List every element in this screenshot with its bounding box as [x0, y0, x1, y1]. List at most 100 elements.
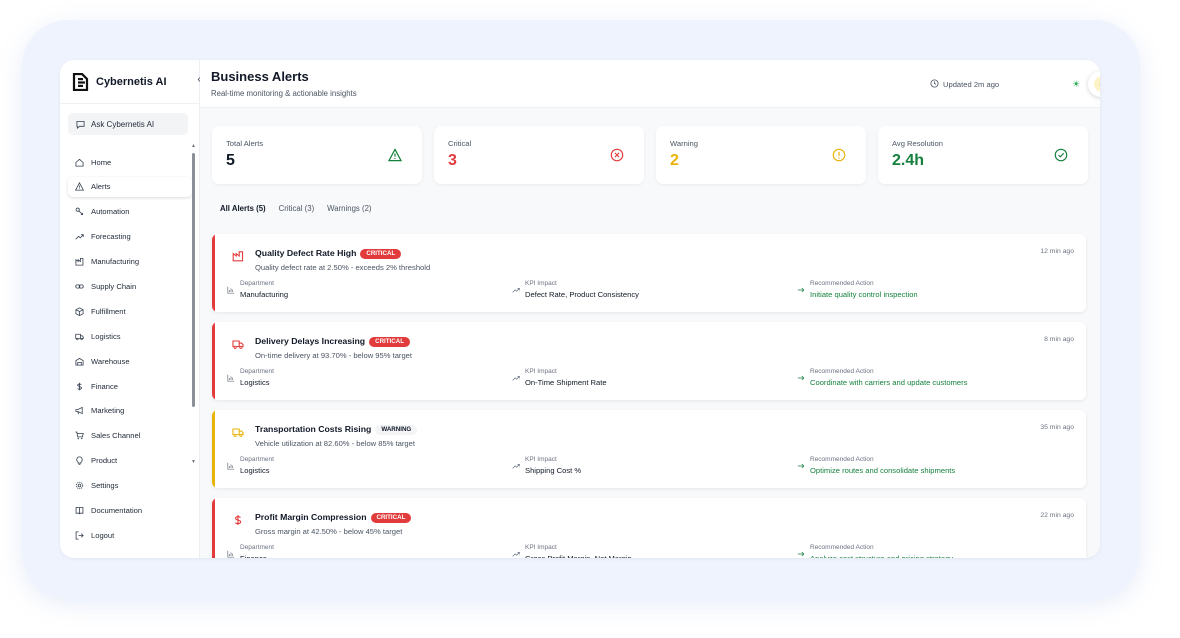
- alert-title: Profit Margin Compression CRITICAL: [255, 512, 412, 523]
- recommended-action-link[interactable]: Analyze cost structure and pricing strat…: [810, 554, 953, 558]
- trending-up-icon: [512, 369, 520, 381]
- sidebar-item-label: Warehouse: [91, 356, 130, 366]
- recommended-action-link[interactable]: Initiate quality control inspection: [810, 290, 918, 299]
- sidebar-item-logistics[interactable]: Logistics: [68, 326, 192, 346]
- alert-card[interactable]: Delivery Delays Increasing CRITICAL On-ti…: [212, 322, 1086, 400]
- kpi-label: Warning: [670, 139, 698, 148]
- kpi-impact-value: Gross Profit Margin, Net Margin: [525, 554, 632, 558]
- gear-icon: [75, 481, 84, 490]
- dollar-icon: [232, 513, 244, 526]
- alert-card[interactable]: Transportation Costs Rising WARNING Vehic…: [212, 410, 1086, 488]
- meta-label: Recommended Action: [810, 368, 874, 375]
- app-window: Cybernetis AI ‹ Ask Cybernetis AI Home A…: [60, 60, 1100, 558]
- meta-label: KPI Impact: [525, 280, 557, 287]
- sidebar-item-marketing[interactable]: Marketing: [68, 401, 192, 421]
- sidebar-item-product[interactable]: Product: [68, 451, 192, 471]
- bar-chart-icon: [227, 281, 235, 294]
- sidebar-item-label: Home: [91, 157, 112, 167]
- sidebar-nav: Home Alerts Automation Forecasting Manuf…: [68, 152, 192, 550]
- meta-label: KPI Impact: [525, 456, 557, 463]
- home-icon: [75, 158, 84, 167]
- alert-card[interactable]: Profit Margin Compression CRITICAL Gross …: [212, 498, 1086, 558]
- sidebar-item-fulfillment[interactable]: Fulfillment: [68, 301, 192, 321]
- meta-label: Department: [240, 456, 274, 463]
- recommended-action-link[interactable]: Optimize routes and consolidate shipment…: [810, 466, 955, 475]
- tab-critical[interactable]: Critical (3): [279, 204, 315, 213]
- sidebar-item-sales-channel[interactable]: Sales Channel: [68, 426, 192, 446]
- trending-up-icon: [512, 457, 520, 469]
- alert-title: Delivery Delays Increasing CRITICAL: [255, 336, 410, 347]
- sidebar-item-forecasting[interactable]: Forecasting: [68, 227, 192, 247]
- sidebar-item-label: Sales Channel: [91, 431, 141, 441]
- department-value: Logistics: [240, 378, 270, 387]
- cart-icon: [75, 431, 84, 440]
- toggle-sun-icon: ☀: [1094, 76, 1100, 92]
- bar-chart-icon: [227, 369, 235, 382]
- sidebar-item-supply-chain[interactable]: Supply Chain: [68, 276, 192, 296]
- sidebar-item-automation[interactable]: Automation: [68, 202, 192, 222]
- truck-icon: [232, 425, 244, 437]
- theme-toggle[interactable]: ☀: [1088, 71, 1100, 97]
- bar-chart-icon: [227, 545, 235, 558]
- sidebar-scrollbar-thumb[interactable]: [192, 153, 195, 407]
- alert-title-text: Delivery Delays Increasing: [255, 336, 366, 346]
- sidebar-item-documentation[interactable]: Documentation: [68, 500, 192, 520]
- tab-all[interactable]: All Alerts (5): [220, 204, 266, 213]
- arrow-right-icon: [797, 457, 805, 469]
- alert-card[interactable]: Quality Defect Rate High CRITICAL Quality…: [212, 234, 1086, 312]
- alert-time: 12 min ago: [1040, 248, 1074, 255]
- sidebar-item-alerts[interactable]: Alerts: [68, 176, 192, 197]
- alert-description: Quality defect rate at 2.50% - exceeds 2…: [255, 263, 431, 272]
- page-header: Business Alerts Real-time monitoring & a…: [200, 60, 1100, 108]
- severity-badge: CRITICAL: [360, 248, 402, 259]
- sidebar-item-settings[interactable]: Settings: [68, 476, 192, 496]
- sidebar-item-home[interactable]: Home: [68, 152, 192, 172]
- sidebar-divider: [60, 103, 200, 104]
- page-title: Business Alerts: [211, 69, 309, 84]
- alert-triangle-icon: [75, 182, 84, 191]
- main-content: Business Alerts Real-time monitoring & a…: [200, 60, 1100, 558]
- arrow-right-icon: [797, 369, 805, 381]
- kpi-value: 2.4h: [892, 152, 925, 169]
- sidebar-item-finance[interactable]: Finance: [68, 376, 192, 396]
- sidebar-item-label: Automation: [91, 207, 130, 217]
- sidebar-item-label: Alerts: [91, 182, 111, 192]
- recommended-action-link[interactable]: Coordinate with carriers and update cust…: [810, 378, 967, 387]
- logout-icon: [75, 531, 84, 540]
- severity-badge: WARNING: [375, 424, 418, 435]
- chat-icon: [76, 120, 85, 129]
- sidebar-item-label: Logistics: [91, 331, 121, 341]
- severity-bar: [212, 410, 215, 488]
- alert-time: 35 min ago: [1040, 424, 1074, 431]
- sidebar-item-logout[interactable]: Logout: [68, 525, 192, 545]
- alert-time: 22 min ago: [1040, 512, 1074, 519]
- scroll-up-arrow-icon[interactable]: ▲: [191, 143, 196, 149]
- automation-icon: [75, 207, 84, 216]
- meta-label: KPI Impact: [525, 544, 557, 551]
- book-icon: [75, 506, 84, 515]
- bar-chart-icon: [227, 457, 235, 470]
- lightbulb-icon: [75, 456, 84, 465]
- kpi-card-total-alerts: Total Alerts 5: [212, 126, 422, 184]
- sidebar-item-label: Fulfillment: [91, 306, 126, 316]
- meta-label: Recommended Action: [810, 280, 874, 287]
- alert-description: Gross margin at 42.50% - below 45% targe…: [255, 527, 403, 536]
- alert-time: 8 min ago: [1044, 336, 1074, 343]
- scroll-down-arrow-icon[interactable]: ▼: [191, 459, 196, 465]
- alert-title: Transportation Costs Rising WARNING: [255, 424, 418, 435]
- trending-up-icon: [512, 545, 520, 557]
- sidebar-item-label: Marketing: [91, 406, 125, 416]
- sidebar-item-label: Documentation: [91, 505, 143, 515]
- filter-tabs: All Alerts (5) Critical (3) Warnings (2): [220, 204, 372, 213]
- sidebar-item-label: Manufacturing: [91, 257, 140, 267]
- sidebar-item-manufacturing[interactable]: Manufacturing: [68, 252, 192, 272]
- sidebar-item-warehouse[interactable]: Warehouse: [68, 351, 192, 371]
- severity-bar: [212, 234, 215, 312]
- logo[interactable]: Cybernetis AI: [72, 72, 167, 92]
- megaphone-icon: [75, 406, 84, 415]
- alert-title-text: Profit Margin Compression: [255, 512, 367, 522]
- tab-warnings[interactable]: Warnings (2): [327, 204, 371, 213]
- kpi-value: 5: [226, 152, 235, 169]
- ask-ai-button[interactable]: Ask Cybernetis AI: [68, 113, 188, 135]
- department-value: Finance: [240, 554, 267, 558]
